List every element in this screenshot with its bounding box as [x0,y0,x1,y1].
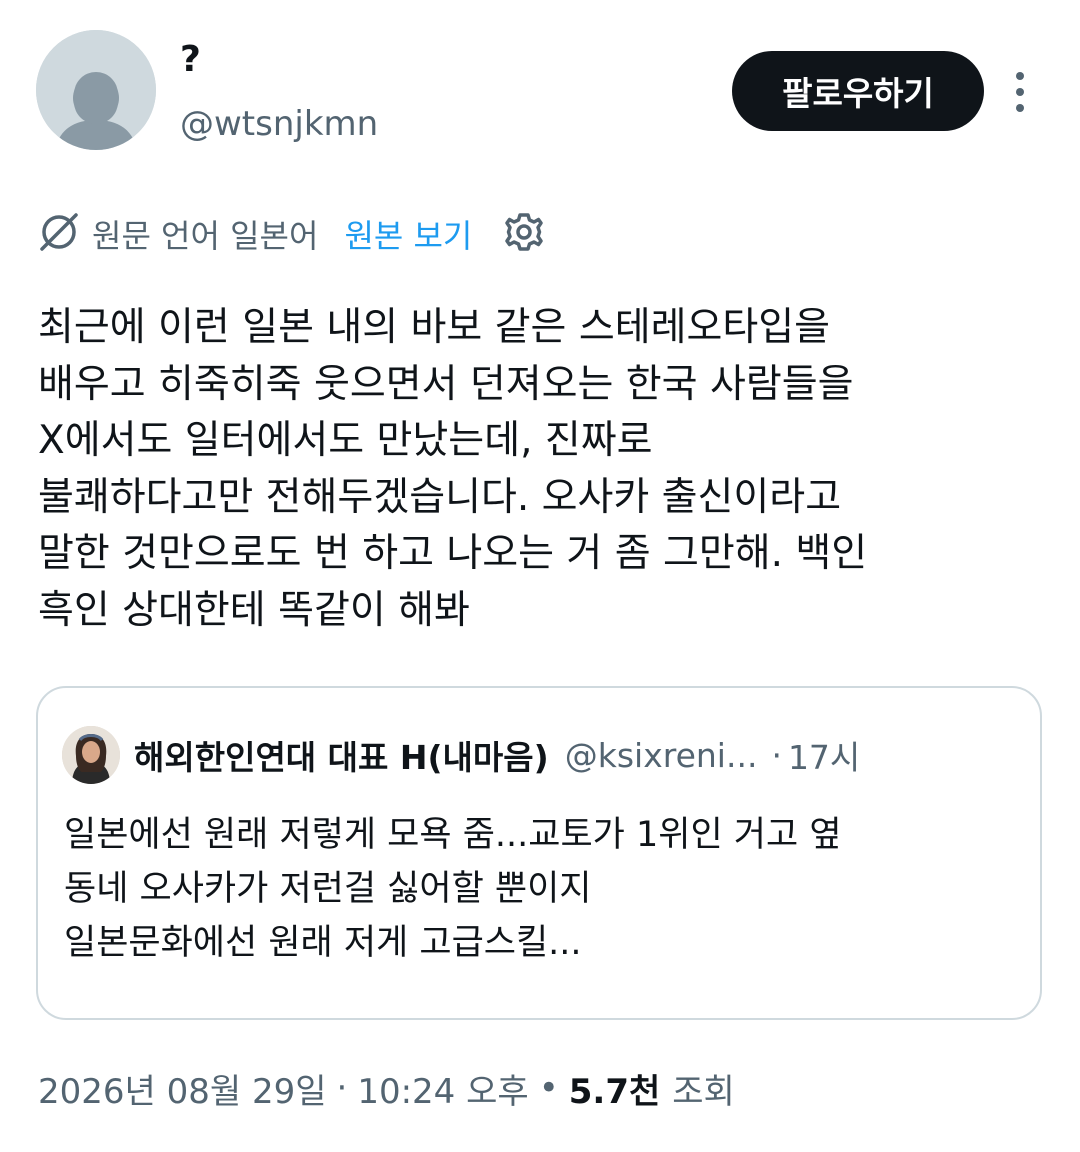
default-profile-avatar [36,30,156,150]
quote-author-handle[interactable]: @ksixreni... [565,736,758,775]
tweet-meta: 2026년 08월 29일 · 10:24 오후 • 5.7천 조회 [38,1062,735,1114]
quote-text: 일본에선 원래 저렇게 모욕 줌...교토가 1위인 거고 옆 동네 오사카가 … [64,815,842,963]
meta-separator: • [538,1068,559,1108]
source-language-text: 원문 언어 일본어 [92,217,319,255]
tweet-date[interactable]: 2026년 08월 29일 [38,1064,327,1113]
quote-separator: · [771,735,782,775]
quote-author-name[interactable]: 해외한인연대 대표 H(내마음) [134,732,549,778]
author-avatar[interactable] [36,30,156,150]
quote-time[interactable]: 17시 [788,732,860,778]
meta-separator: · [336,1068,348,1108]
translation-row: 원문 언어 일본어 원본 보기 [38,210,546,258]
follow-button[interactable]: 팔로우하기 [732,51,984,131]
views-label: 조회 [672,1071,735,1112]
gear-icon[interactable] [502,210,546,258]
quote-header: 해외한인연대 대표 H(내마음) @ksixreni... · 17시 [134,732,1024,778]
author-display-name[interactable]: ? [180,38,201,82]
views-count[interactable]: 5.7천 [569,1064,661,1113]
tweet-text: 최근에 이런 일본 내의 바보 같은 스테레오타입을 배우고 히죽히죽 웃으면서… [38,305,868,633]
quoted-tweet-card[interactable]: 해외한인연대 대표 H(내마음) @ksixreni... · 17시 일본에선… [36,686,1042,1020]
view-original-link[interactable]: 원본 보기 [344,211,472,257]
quote-author-avatar[interactable] [62,726,120,784]
more-vertical-icon[interactable] [1006,70,1034,114]
tweet-time[interactable]: 10:24 오후 [357,1064,528,1113]
translate-icon [38,211,92,257]
author-handle[interactable]: @wtsnjkmn [180,102,378,146]
